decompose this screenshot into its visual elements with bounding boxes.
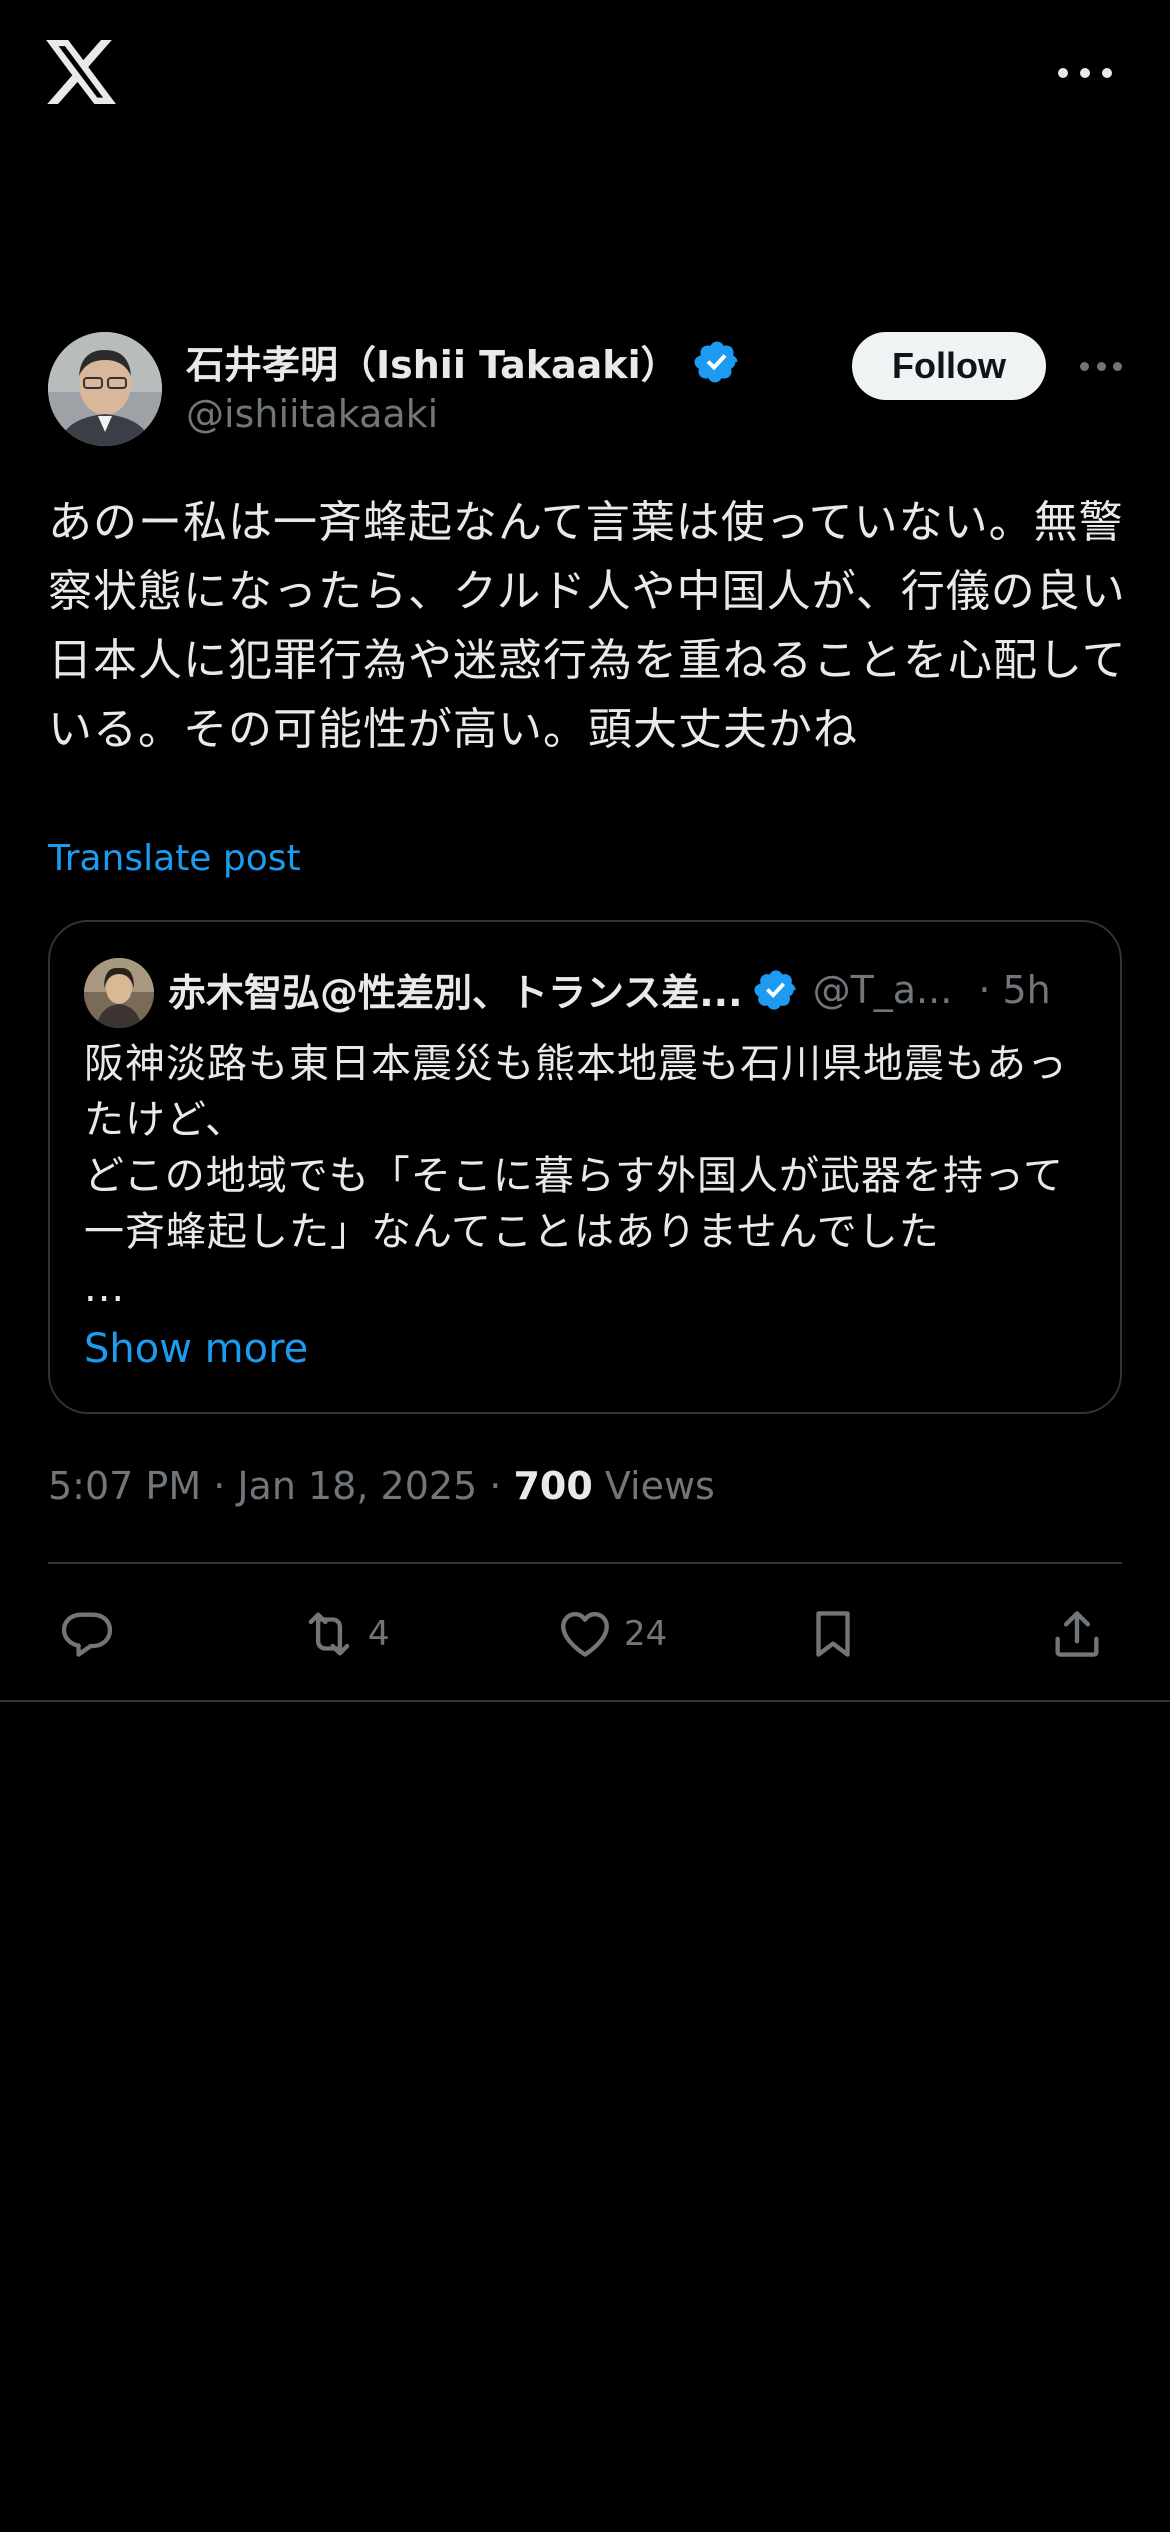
verified-badge-icon bbox=[754, 969, 796, 1010]
bookmark-icon bbox=[816, 1611, 850, 1657]
bookmark-button[interactable] bbox=[804, 1594, 862, 1674]
post-timestamp[interactable]: 5:07 PM · Jan 18, 2025 · bbox=[48, 1464, 513, 1508]
action-bar: 4 24 bbox=[48, 1594, 1122, 1674]
top-bar bbox=[0, 0, 1170, 150]
quote-text: 阪神淡路も東日本震災も熊本地震も石川県地震もあったけど、 どこの地域でも「そこに… bbox=[84, 1041, 1068, 1311]
views-count: 700 bbox=[513, 1464, 593, 1508]
share-icon bbox=[1055, 1611, 1099, 1657]
quoted-post[interactable]: 赤木智弘@性差別、トランス差... @T_a... · 5h 阪神淡路も東日本震… bbox=[48, 920, 1122, 1414]
like-count: 24 bbox=[624, 1614, 668, 1654]
quote-author-avatar bbox=[84, 958, 154, 1028]
more-options-icon[interactable] bbox=[1058, 62, 1112, 84]
author-name[interactable]: 石井孝明（Ishii Takaaki） bbox=[186, 334, 679, 389]
quote-author-handle: @T_a... bbox=[812, 967, 953, 1012]
like-button[interactable]: 24 bbox=[556, 1594, 667, 1674]
author-avatar[interactable] bbox=[48, 332, 162, 446]
quote-author-name: 赤木智弘@性差別、トランス差... bbox=[168, 971, 743, 1015]
translate-post-link[interactable]: Translate post bbox=[48, 838, 301, 879]
show-more-link[interactable]: Show more bbox=[84, 1326, 308, 1372]
heart-icon bbox=[561, 1612, 609, 1657]
x-logo-icon[interactable] bbox=[46, 40, 116, 104]
repost-count: 4 bbox=[368, 1614, 390, 1654]
reply-button[interactable] bbox=[58, 1594, 116, 1674]
divider bbox=[0, 1700, 1170, 1702]
verified-badge-icon bbox=[694, 341, 738, 382]
post-more-icon[interactable] bbox=[1080, 356, 1122, 376]
divider bbox=[48, 1562, 1122, 1564]
quote-timestamp: · 5h bbox=[978, 967, 1051, 1012]
repost-icon bbox=[308, 1612, 350, 1656]
post-metadata: 5:07 PM · Jan 18, 2025 · 700 Views bbox=[48, 1464, 715, 1508]
repost-button[interactable]: 4 bbox=[300, 1594, 390, 1674]
follow-button[interactable]: Follow bbox=[852, 332, 1046, 400]
author-handle[interactable]: @ishiitakaaki bbox=[186, 392, 438, 436]
post-text: あのー私は一斉蜂起なんて言葉は使っていない。無警察状態になったら、クルド人や中国… bbox=[48, 497, 1127, 755]
views-label: Views bbox=[592, 1464, 715, 1508]
reply-icon bbox=[61, 1612, 113, 1657]
post-author: 石井孝明（Ishii Takaaki） @ishiitakaaki Follow bbox=[48, 332, 1122, 462]
share-button[interactable] bbox=[1048, 1594, 1106, 1674]
